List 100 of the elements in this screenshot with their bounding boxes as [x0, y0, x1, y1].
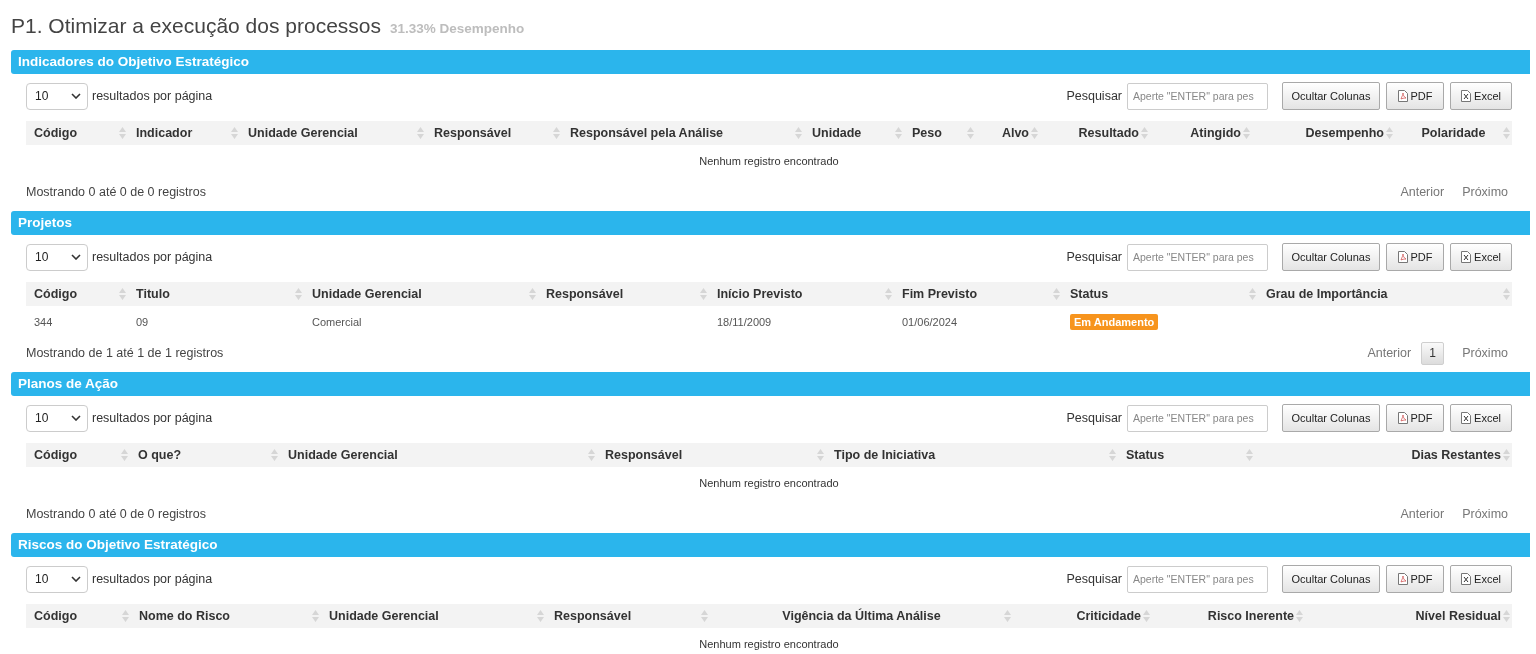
- search-label: Pesquisar: [1066, 89, 1122, 103]
- previous-page-link[interactable]: Anterior: [1367, 346, 1412, 360]
- sort-icon: [537, 610, 544, 622]
- next-page-link[interactable]: Próximo: [1462, 185, 1508, 199]
- column-header[interactable]: Fim Previsto: [894, 282, 1062, 306]
- chevron-down-icon: [71, 93, 81, 99]
- column-header[interactable]: O que?: [130, 443, 280, 467]
- previous-page-link[interactable]: Anterior: [1400, 507, 1445, 521]
- section-header: Planos de Ação: [11, 372, 1530, 396]
- excel-button[interactable]: Excel: [1450, 243, 1512, 271]
- x-document-icon: [1461, 251, 1472, 263]
- column-header[interactable]: Titulo: [128, 282, 304, 306]
- column-header[interactable]: Código: [26, 604, 131, 628]
- pdf-button[interactable]: PDF: [1386, 243, 1444, 271]
- page-size-label: resultados por página: [92, 572, 213, 586]
- sort-icon: [895, 127, 902, 139]
- sort-icon: [271, 449, 278, 461]
- column-header[interactable]: Criticidade: [1013, 604, 1152, 628]
- column-header[interactable]: Peso: [904, 121, 976, 145]
- search-field[interactable]: Aperte "ENTER" para pes: [1127, 82, 1268, 110]
- table-cell: 01/06/2024: [894, 306, 1062, 338]
- sort-icon: [1249, 288, 1256, 300]
- column-header[interactable]: Indicador: [128, 121, 240, 145]
- sort-icon: [1296, 610, 1303, 622]
- column-header[interactable]: Código: [26, 121, 128, 145]
- sort-icon: [1243, 127, 1250, 139]
- chevron-down-icon: [71, 254, 81, 260]
- sort-icon: [1386, 127, 1393, 139]
- column-header[interactable]: Unidade Gerencial: [280, 443, 597, 467]
- search-label: Pesquisar: [1066, 411, 1122, 425]
- excel-button[interactable]: Excel: [1450, 565, 1512, 593]
- column-header[interactable]: Polaridade: [1395, 121, 1512, 145]
- sort-icon: [817, 449, 824, 461]
- columns-button[interactable]: Ocultar Colunas: [1282, 404, 1380, 432]
- sort-icon: [1004, 610, 1011, 622]
- search-field[interactable]: Aperte "ENTER" para pes: [1127, 404, 1268, 432]
- column-header[interactable]: Risco Inerente: [1152, 604, 1305, 628]
- column-header[interactable]: Status: [1118, 443, 1255, 467]
- sort-icon: [1143, 610, 1150, 622]
- column-header[interactable]: Dias Restantes: [1255, 443, 1512, 467]
- x-document-icon: [1461, 573, 1472, 585]
- column-header[interactable]: Status: [1062, 282, 1258, 306]
- column-header[interactable]: Início Previsto: [709, 282, 894, 306]
- page-size-select[interactable]: 10: [26, 82, 88, 110]
- sort-icon: [417, 127, 424, 139]
- sort-icon: [1053, 288, 1060, 300]
- column-header[interactable]: Código: [26, 282, 128, 306]
- page-size-select[interactable]: 10: [26, 243, 88, 271]
- column-header[interactable]: Nome do Risco: [131, 604, 321, 628]
- column-header[interactable]: Unidade Gerencial: [321, 604, 546, 628]
- column-header[interactable]: Responsável: [546, 604, 710, 628]
- search-field[interactable]: Aperte "ENTER" para pes: [1127, 565, 1268, 593]
- column-header[interactable]: Resultado: [1040, 121, 1150, 145]
- column-header[interactable]: Unidade: [804, 121, 904, 145]
- page-size-select[interactable]: 10: [26, 565, 88, 593]
- column-header[interactable]: Vigência da Última Análise: [710, 604, 1013, 628]
- columns-button[interactable]: Ocultar Colunas: [1282, 243, 1380, 271]
- sort-icon: [231, 127, 238, 139]
- page-button[interactable]: 1: [1421, 341, 1445, 365]
- column-header[interactable]: Código: [26, 443, 130, 467]
- columns-button[interactable]: Ocultar Colunas: [1282, 565, 1380, 593]
- column-header[interactable]: Responsável: [426, 121, 562, 145]
- column-header[interactable]: Unidade Gerencial: [304, 282, 538, 306]
- column-header[interactable]: Responsável pela Análise: [562, 121, 804, 145]
- column-header[interactable]: Responsável: [538, 282, 709, 306]
- excel-button[interactable]: Excel: [1450, 82, 1512, 110]
- column-header[interactable]: Tipo de Iniciativa: [826, 443, 1118, 467]
- columns-button[interactable]: Ocultar Colunas: [1282, 82, 1380, 110]
- column-header[interactable]: Unidade Gerencial: [240, 121, 426, 145]
- pdf-file-icon: [1397, 251, 1408, 263]
- pdf-button[interactable]: PDF: [1386, 82, 1444, 110]
- records-info: Mostrando de 1 até 1 de 1 registros: [26, 346, 224, 360]
- section-header: Riscos do Objetivo Estratégico: [11, 533, 1530, 557]
- next-page-link[interactable]: Próximo: [1462, 507, 1508, 521]
- previous-page-link[interactable]: Anterior: [1400, 185, 1445, 199]
- empty-message: Nenhum registro encontrado: [699, 638, 839, 650]
- table-cell: Comercial: [304, 306, 538, 338]
- records-info: Mostrando 0 até 0 de 0 registros: [26, 185, 206, 199]
- column-header[interactable]: Desempenho: [1252, 121, 1395, 145]
- next-page-link[interactable]: Próximo: [1462, 346, 1508, 360]
- column-header[interactable]: Grau de Importância: [1258, 282, 1512, 306]
- sort-icon: [795, 127, 802, 139]
- pdf-button[interactable]: PDF: [1386, 565, 1444, 593]
- sort-icon: [312, 610, 319, 622]
- column-header[interactable]: Alvo: [976, 121, 1040, 145]
- column-header[interactable]: Responsável: [597, 443, 826, 467]
- column-header[interactable]: Atingido: [1150, 121, 1252, 145]
- column-header[interactable]: Nível Residual: [1305, 604, 1512, 628]
- search-field[interactable]: Aperte "ENTER" para pes: [1127, 243, 1268, 271]
- excel-button[interactable]: Excel: [1450, 404, 1512, 432]
- page-size-select[interactable]: 10: [26, 404, 88, 432]
- status-badge: Em Andamento: [1070, 314, 1159, 330]
- search-label: Pesquisar: [1066, 250, 1122, 264]
- chevron-down-icon: [71, 415, 81, 421]
- sort-icon: [1031, 127, 1038, 139]
- pdf-button[interactable]: PDF: [1386, 404, 1444, 432]
- sort-icon: [529, 288, 536, 300]
- sort-icon: [119, 288, 126, 300]
- table-cell: 18/11/2009: [709, 306, 894, 338]
- table-cell: 344: [26, 306, 128, 338]
